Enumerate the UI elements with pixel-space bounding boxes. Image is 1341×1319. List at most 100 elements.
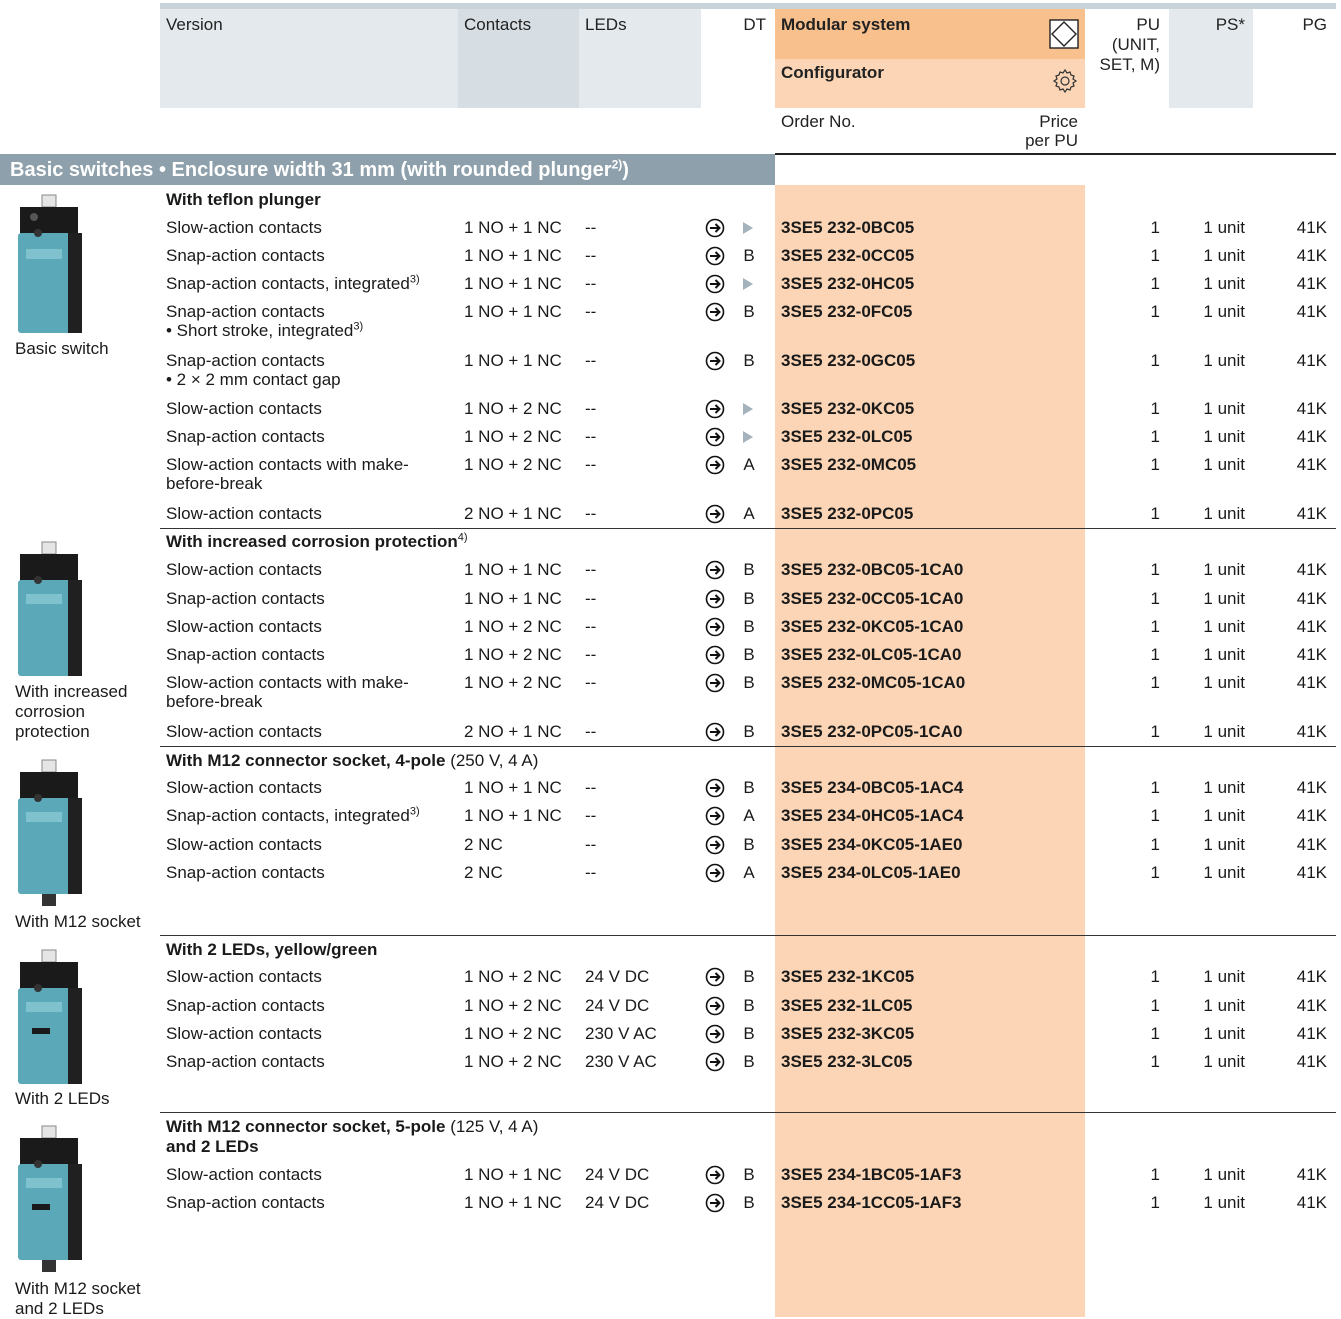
version-text: Snap-action contacts (166, 1193, 325, 1212)
contacts-cell: 1 NO + 1 NC (464, 351, 562, 370)
ps-cell: 1 unit (1203, 863, 1245, 882)
order-number[interactable]: 3SE5 232-0BC05 (781, 218, 914, 238)
leds-cell: 24 V DC (585, 967, 650, 986)
ps-cell: 1 unit (1203, 246, 1245, 265)
order-number[interactable]: 3SE5 232-3KC05 (781, 1024, 914, 1044)
dt-cell: A (743, 806, 755, 825)
order-number[interactable]: 3SE5 232-0CC05-1CA0 (781, 589, 963, 609)
pu-cell: 1 (1150, 218, 1160, 237)
pu-cell: 1 (1150, 351, 1160, 370)
pg-cell: 41K (1296, 589, 1327, 608)
version-cell: Snap-action contacts (166, 863, 325, 883)
leds-cell: -- (585, 504, 597, 523)
order-number[interactable]: 3SE5 234-0KC05-1AE0 (781, 835, 962, 855)
dt-cell: B (743, 1193, 755, 1212)
version-text: Slow-action contacts (166, 560, 322, 579)
pg-cell: 41K (1296, 1024, 1327, 1043)
arrow-circle-icon (705, 778, 725, 798)
order-number[interactable]: 3SE5 232-0LC05-1CA0 (781, 645, 961, 665)
order-number[interactable]: 3SE5 232-0FC05 (781, 302, 912, 322)
version-cell: Slow-action contacts (166, 560, 322, 580)
ps-cell: 1 unit (1203, 673, 1245, 692)
version-line2: • Short stroke, integrated3) (166, 321, 363, 341)
version-cell: Slow-action contacts (166, 1165, 322, 1185)
order-number[interactable]: 3SE5 232-0PC05-1CA0 (781, 722, 962, 742)
ps-cell: 1 unit (1203, 778, 1245, 797)
order-number[interactable]: 3SE5 234-0HC05-1AC4 (781, 806, 963, 826)
version-text: Slow-action contacts (166, 617, 322, 636)
version-cell: Snap-action contacts (166, 246, 325, 266)
version-cell: Slow-action contacts (166, 1024, 322, 1044)
leds-cell: -- (585, 863, 597, 882)
pu-cell: 1 (1150, 967, 1160, 986)
order-number[interactable]: 3SE5 232-0PC05 (781, 504, 913, 524)
contacts-cell: 1 NO + 2 NC (464, 996, 562, 1015)
order-number[interactable]: 3SE5 232-0GC05 (781, 351, 915, 371)
gear-icon[interactable] (1051, 67, 1079, 95)
order-number[interactable]: 3SE5 234-1CC05-1AF3 (781, 1193, 961, 1213)
price-header: Price (1039, 112, 1078, 131)
pg-cell: 41K (1296, 302, 1327, 321)
dt-cell: B (743, 246, 755, 265)
dt-cell: B (743, 589, 755, 608)
pu-cell: 1 (1150, 399, 1160, 418)
pg-cell: 41K (1296, 645, 1327, 664)
delivery-time-marker-icon (743, 278, 753, 290)
order-number[interactable]: 3SE5 232-0CC05 (781, 246, 914, 266)
contacts-cell: 1 NO + 1 NC (464, 302, 562, 321)
version-cell: Snap-action contacts (166, 427, 325, 447)
arrow-circle-icon (705, 1193, 725, 1213)
pg-cell: 41K (1296, 996, 1327, 1015)
order-number[interactable]: 3SE5 232-0MC05 (781, 455, 916, 475)
pu-header: PU (1136, 15, 1160, 34)
version-header: Version (166, 15, 223, 34)
order-number[interactable]: 3SE5 234-0BC05-1AC4 (781, 778, 963, 798)
pu-header-2: (UNIT, (1111, 35, 1160, 54)
delivery-time-marker-icon (743, 222, 753, 234)
order-number[interactable]: 3SE5 234-1BC05-1AF3 (781, 1165, 961, 1185)
ps-cell: 1 unit (1203, 645, 1245, 664)
leds-cell: 24 V DC (585, 1165, 650, 1184)
order-number[interactable]: 3SE5 234-0LC05-1AE0 (781, 863, 961, 883)
order-number[interactable]: 3SE5 232-0LC05 (781, 427, 912, 447)
order-number[interactable]: 3SE5 232-0HC05 (781, 274, 914, 294)
version-text: Snap-action contacts (166, 645, 325, 664)
leds-cell: -- (585, 302, 597, 321)
modular-system-icon[interactable] (1049, 19, 1079, 49)
version-text: Snap-action contacts (166, 302, 325, 321)
dt-cell: A (743, 863, 755, 882)
pg-cell: 41K (1296, 1165, 1327, 1184)
version-cell: Slow-action contacts (166, 722, 322, 742)
image-caption: With M12 socket (15, 912, 141, 931)
order-number[interactable]: 3SE5 232-3LC05 (781, 1052, 912, 1072)
order-number[interactable]: 3SE5 232-0KC05 (781, 399, 914, 419)
order-number[interactable]: 3SE5 232-0KC05-1CA0 (781, 617, 963, 637)
leds-cell: 24 V DC (585, 1193, 650, 1212)
arrow-circle-icon (705, 835, 725, 855)
contacts-cell: 1 NO + 1 NC (464, 1193, 562, 1212)
image-caption: With M12 socket and 2 LEDs (15, 1279, 141, 1318)
ps-cell: 1 unit (1203, 351, 1245, 370)
version-cell: Snap-action contacts, integrated3) (166, 806, 420, 826)
arrow-circle-icon (705, 246, 725, 266)
pg-cell: 41K (1296, 673, 1327, 692)
pu-cell: 1 (1150, 504, 1160, 523)
leds-cell: -- (585, 560, 597, 579)
order-number[interactable]: 3SE5 232-0BC05-1CA0 (781, 560, 963, 580)
leds-cell: -- (585, 835, 597, 854)
pu-header-3: SET, M) (1099, 55, 1160, 74)
pg-cell: 41K (1296, 218, 1327, 237)
order-number[interactable]: 3SE5 232-0MC05-1CA0 (781, 673, 965, 693)
version-text: Slow-action contacts with make- (166, 673, 409, 692)
version-text: Snap-action contacts (166, 246, 325, 265)
leds-cell: -- (585, 806, 597, 825)
order-number[interactable]: 3SE5 232-1LC05 (781, 996, 912, 1016)
version-cell: Slow-action contacts (166, 218, 322, 238)
order-number[interactable]: 3SE5 232-1KC05 (781, 967, 914, 987)
version-cell: Snap-action contacts (166, 589, 325, 609)
leds-cell: -- (585, 673, 597, 692)
pu-cell: 1 (1150, 645, 1160, 664)
pu-cell: 1 (1150, 427, 1160, 446)
pg-header: PG (1302, 15, 1327, 34)
contacts-cell: 1 NO + 2 NC (464, 399, 562, 418)
